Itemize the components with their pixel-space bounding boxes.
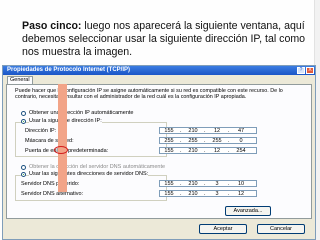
ip-octet-4: 47 <box>237 128 245 134</box>
dialog-title: Propiedades de Protocolo Internet (TCP/I… <box>7 67 131 73</box>
adns-octet-3: 3 <box>215 191 219 197</box>
ip-octet-1: 155 <box>164 128 174 134</box>
radio-auto-dns[interactable] <box>21 165 26 170</box>
gw-octet-2: 210 <box>188 148 198 154</box>
ip-octet-3: 12 <box>213 128 221 134</box>
gw-octet-3: 12 <box>213 148 221 154</box>
adns-octet-2: 210 <box>188 191 198 197</box>
ip-octet-2: 210 <box>188 128 198 134</box>
radio-use-ip[interactable] <box>21 119 26 124</box>
preferred-dns-label: Servidor DNS preferido: <box>21 181 80 187</box>
close-button[interactable]: X <box>306 67 314 74</box>
highlight-ring <box>54 146 68 154</box>
alternate-dns-label: Servidor DNS alternativo: <box>21 191 84 197</box>
ip-address-label: Dirección IP: <box>25 128 57 134</box>
pdns-octet-1: 155 <box>164 181 174 187</box>
cancel-button[interactable]: Cancelar <box>257 224 305 234</box>
advanced-button[interactable]: Avanzada... <box>225 206 271 216</box>
radio-auto-dns-label[interactable]: Obtener la dirección del servidor DNS au… <box>29 164 165 170</box>
radio-auto-ip-label[interactable]: Obtener una dirección IP automáticamente <box>29 110 133 116</box>
adns-octet-1: 155 <box>164 191 174 197</box>
subnet-mask-input[interactable]: 255. 255. 255. 0 <box>159 137 257 144</box>
mask-octet-3: 255 <box>212 138 222 144</box>
alternate-dns-input[interactable]: 155. 210. 3. 12 <box>159 190 257 197</box>
mask-octet-2: 255 <box>188 138 198 144</box>
gateway-input[interactable]: 155. 210. 12. 254 <box>159 147 257 154</box>
tcpip-properties-dialog: Propiedades de Protocolo Internet (TCP/I… <box>2 65 316 240</box>
gw-octet-4: 254 <box>236 148 246 154</box>
help-button[interactable]: ? <box>297 67 305 74</box>
pointer-arrow <box>58 84 67 192</box>
ok-button[interactable]: Aceptar <box>199 224 247 234</box>
radio-use-dns[interactable] <box>21 172 26 177</box>
pdns-octet-2: 210 <box>188 181 198 187</box>
preferred-dns-input[interactable]: 155. 210. 3. 10 <box>159 180 257 187</box>
pdns-octet-3: 3 <box>215 181 219 187</box>
mask-octet-4: 0 <box>239 138 243 144</box>
radio-use-dns-label[interactable]: Usar las siguientes direcciones de servi… <box>29 171 149 177</box>
mask-octet-1: 255 <box>164 138 174 144</box>
dialog-titlebar: Propiedades de Protocolo Internet (TCP/I… <box>3 66 315 75</box>
radio-auto-ip[interactable] <box>21 111 26 116</box>
intro-text: Puede hacer que la configuración IP se a… <box>15 88 283 101</box>
general-panel: Puede hacer que la configuración IP se a… <box>6 84 312 219</box>
gw-octet-1: 155 <box>164 148 174 154</box>
tab-general[interactable]: General <box>7 76 33 84</box>
adns-octet-4: 12 <box>237 191 245 197</box>
dns-group <box>15 175 167 201</box>
caption-bold: Paso cinco: <box>22 20 82 32</box>
ip-address-input[interactable]: 155. 210. 12. 47 <box>159 127 257 134</box>
slide: Paso cinco: luego nos aparecerá la sigui… <box>0 0 320 240</box>
pdns-octet-4: 10 <box>237 181 245 187</box>
caption: Paso cinco: luego nos aparecerá la sigui… <box>22 20 310 59</box>
